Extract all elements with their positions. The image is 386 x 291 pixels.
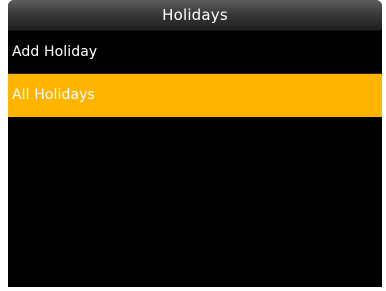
menu-item-add-holiday[interactable]: Add Holiday: [8, 31, 382, 73]
device-screen: Holidays Add Holiday All Holidays: [8, 0, 382, 287]
menu-item-label: All Holidays: [12, 87, 95, 103]
menu-item-label: Add Holiday: [12, 44, 98, 60]
menu-item-all-holidays[interactable]: All Holidays: [8, 74, 382, 117]
title-bar: Holidays: [8, 0, 382, 31]
screen-title: Holidays: [162, 6, 228, 24]
menu-list: Add Holiday All Holidays: [8, 31, 382, 117]
